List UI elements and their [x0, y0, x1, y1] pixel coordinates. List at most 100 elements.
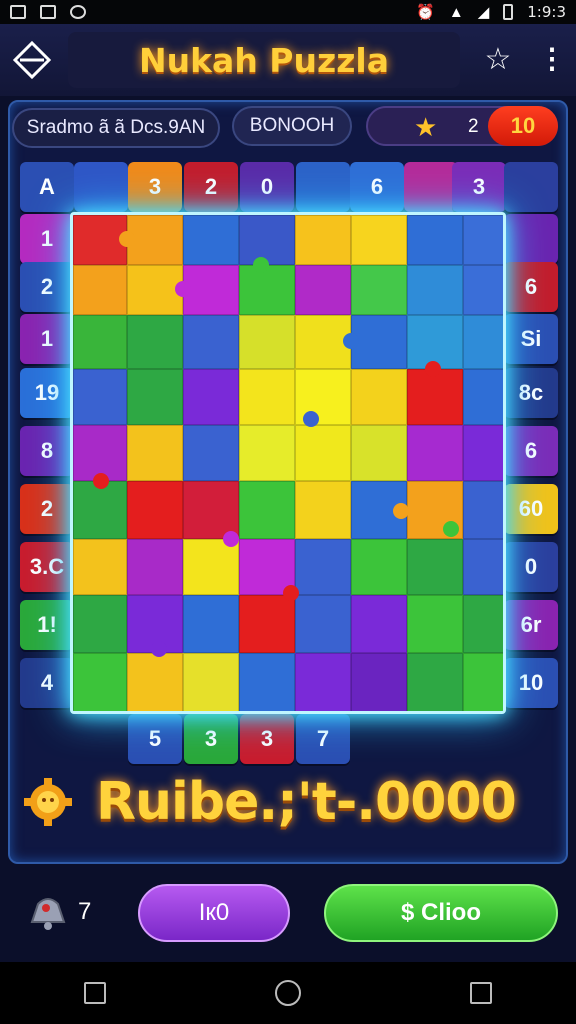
puzzle-piece[interactable]	[407, 369, 463, 425]
puzzle-piece[interactable]	[127, 653, 183, 711]
puzzle-piece[interactable]	[183, 215, 239, 265]
grid-label-top[interactable]	[504, 162, 558, 212]
puzzle-piece[interactable]	[407, 215, 463, 265]
grid-label-bottom[interactable]: 3	[184, 714, 238, 764]
puzzle-piece[interactable]	[295, 425, 351, 481]
puzzle-piece[interactable]	[73, 369, 127, 425]
puzzle-piece[interactable]	[295, 653, 351, 711]
puzzle-piece[interactable]	[183, 539, 239, 595]
recents-button[interactable]	[84, 982, 107, 1004]
puzzle-piece[interactable]	[351, 653, 407, 711]
puzzle-piece[interactable]	[183, 595, 239, 653]
puzzle-piece[interactable]	[295, 595, 351, 653]
puzzle-piece[interactable]	[183, 315, 239, 369]
puzzle-piece[interactable]	[127, 215, 183, 265]
grid-label-left[interactable]: 2	[20, 262, 74, 312]
grid-label-bottom[interactable]: 7	[296, 714, 350, 764]
puzzle-piece[interactable]	[463, 539, 503, 595]
puzzle-piece[interactable]	[351, 369, 407, 425]
puzzle-piece[interactable]	[239, 653, 295, 711]
grid-label-top[interactable]: 3	[452, 162, 506, 212]
grid-label-left[interactable]: 8	[20, 426, 74, 476]
puzzle-piece[interactable]	[239, 481, 295, 539]
puzzle-piece[interactable]	[183, 265, 239, 315]
more-options-button[interactable]: ⋮	[538, 42, 566, 78]
puzzle-piece[interactable]	[407, 539, 463, 595]
puzzle-piece[interactable]	[295, 539, 351, 595]
grid-label-right[interactable]: 0	[504, 542, 558, 592]
grid-label-top[interactable]	[296, 162, 350, 212]
puzzle-piece[interactable]	[351, 539, 407, 595]
grid-label-right[interactable]: 6r	[504, 600, 558, 650]
grid-label-left[interactable]: 3.C	[20, 542, 74, 592]
puzzle-piece[interactable]	[351, 595, 407, 653]
puzzle-piece[interactable]	[127, 425, 183, 481]
puzzle-piece[interactable]	[73, 539, 127, 595]
grid-label-top[interactable]: A	[20, 162, 74, 212]
puzzle-piece[interactable]	[239, 369, 295, 425]
purple-action-button[interactable]: Iк0	[138, 884, 290, 942]
puzzle-piece[interactable]	[463, 315, 503, 369]
grid-label-right[interactable]	[504, 214, 558, 264]
puzzle-piece[interactable]	[351, 215, 407, 265]
puzzle-piece[interactable]	[73, 315, 127, 369]
diamond-menu-button[interactable]	[12, 40, 52, 80]
grid-label-top[interactable]: 6	[350, 162, 404, 212]
puzzle-piece[interactable]	[463, 595, 503, 653]
puzzle-piece[interactable]	[183, 425, 239, 481]
puzzle-piece[interactable]	[73, 595, 127, 653]
puzzle-piece[interactable]	[407, 265, 463, 315]
puzzle-piece[interactable]	[463, 653, 503, 711]
grid-label-left[interactable]: 19	[20, 368, 74, 418]
grid-label-left[interactable]: 2	[20, 484, 74, 534]
puzzle-piece[interactable]	[239, 425, 295, 481]
puzzle-piece[interactable]	[127, 481, 183, 539]
puzzle-piece[interactable]	[239, 315, 295, 369]
grid-label-bottom[interactable]: 3	[240, 714, 294, 764]
puzzle-piece[interactable]	[295, 481, 351, 539]
puzzle-piece[interactable]	[73, 653, 127, 711]
puzzle-piece[interactable]	[463, 481, 503, 539]
puzzle-piece[interactable]	[183, 653, 239, 711]
grid-label-bottom[interactable]: 5	[128, 714, 182, 764]
puzzle-piece[interactable]	[351, 315, 407, 369]
grid-label-left[interactable]: 4	[20, 658, 74, 708]
puzzle-piece[interactable]	[183, 369, 239, 425]
puzzle-piece[interactable]	[463, 369, 503, 425]
grid-label-right[interactable]: 6	[504, 262, 558, 312]
puzzle-piece[interactable]	[407, 425, 463, 481]
puzzle-piece[interactable]	[127, 315, 183, 369]
puzzle-piece[interactable]	[463, 215, 503, 265]
grid-label-left[interactable]: 1	[20, 314, 74, 364]
puzzle-piece[interactable]	[73, 481, 127, 539]
favorite-star-button[interactable]: ☆	[480, 42, 516, 78]
grid-label-right[interactable]: Si	[504, 314, 558, 364]
grid-label-right[interactable]: 10	[504, 658, 558, 708]
bell-icon[interactable]	[26, 888, 70, 932]
grid-label-right[interactable]: 60	[504, 484, 558, 534]
grid-label-top[interactable]: 2	[184, 162, 238, 212]
grid-label-top[interactable]	[74, 162, 128, 212]
home-button[interactable]	[274, 980, 301, 1006]
puzzle-piece[interactable]	[463, 425, 503, 481]
puzzle-piece[interactable]	[407, 595, 463, 653]
back-button[interactable]	[469, 982, 492, 1004]
mode-button[interactable]: BONOOH	[232, 106, 352, 146]
puzzle-piece[interactable]	[407, 653, 463, 711]
puzzle-piece[interactable]	[239, 595, 295, 653]
grid-label-left[interactable]: 1!	[20, 600, 74, 650]
grid-label-left[interactable]: 1	[20, 214, 74, 264]
puzzle-piece[interactable]	[351, 425, 407, 481]
puzzle-board[interactable]	[70, 212, 506, 714]
puzzle-piece[interactable]	[127, 369, 183, 425]
puzzle-piece[interactable]	[463, 265, 503, 315]
puzzle-piece[interactable]	[295, 265, 351, 315]
grid-label-top[interactable]: 3	[128, 162, 182, 212]
grid-label-right[interactable]: 6	[504, 426, 558, 476]
grid-label-top[interactable]	[404, 162, 458, 212]
grid-label-top[interactable]: 0	[240, 162, 294, 212]
puzzle-piece[interactable]	[73, 265, 127, 315]
puzzle-piece[interactable]	[351, 265, 407, 315]
puzzle-piece[interactable]	[239, 265, 295, 315]
puzzle-piece[interactable]	[127, 539, 183, 595]
